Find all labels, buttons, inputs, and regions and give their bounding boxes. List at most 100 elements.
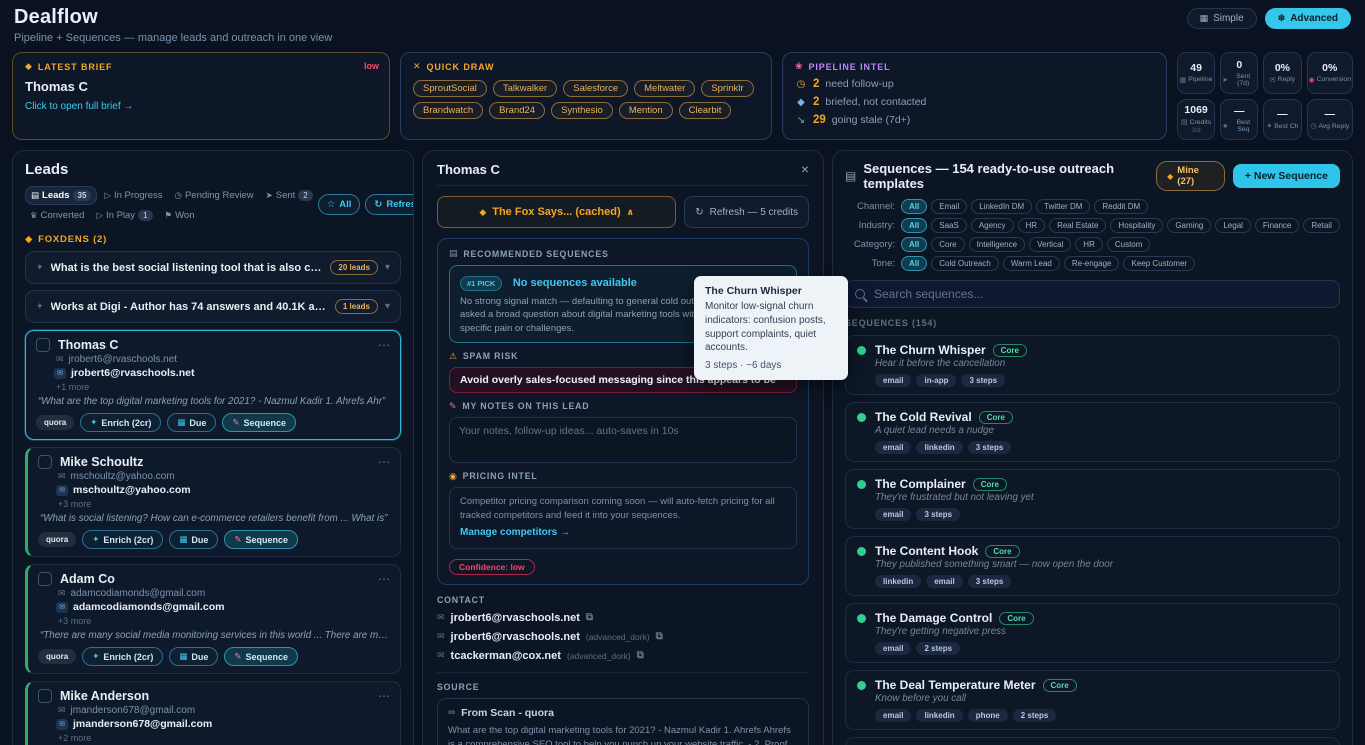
sequence-card[interactable]: The Damage ControlCore They're getting n… — [845, 603, 1340, 663]
enrich-button[interactable]: ✦Enrich (2cr) — [80, 413, 161, 432]
filter-chip[interactable]: LinkedIn DM — [971, 199, 1032, 214]
filter-all-chip[interactable]: All — [901, 218, 927, 233]
sequence-button[interactable]: ✎Sequence — [224, 530, 298, 549]
quick-draw-chip[interactable]: Sprinklr — [701, 80, 753, 97]
lead-checkbox[interactable] — [38, 455, 52, 469]
filter-chip[interactable]: Real Estate — [1049, 218, 1106, 233]
search-sequences-input[interactable] — [845, 280, 1340, 308]
lead-card[interactable]: Thomas C ⋯ ✉jrobert6@rvaschools.net ✉jro… — [25, 330, 401, 440]
enrich-button[interactable]: ✦Enrich (2cr) — [82, 647, 163, 666]
sequence-card[interactable]: The Cold RevivalCore A quiet lead needs … — [845, 402, 1340, 462]
sequence-card[interactable]: The Churn WhisperCore Hear it before the… — [845, 335, 1340, 395]
category-badge: Core — [973, 478, 1007, 491]
due-button[interactable]: ▦Due — [167, 413, 216, 432]
filter-chip[interactable]: Finance — [1255, 218, 1299, 233]
leads-tab[interactable]: ⚑Won — [160, 207, 200, 224]
filter-chip[interactable]: Email — [931, 199, 967, 214]
filter-all-chip[interactable]: All — [901, 199, 927, 214]
filter-chip[interactable]: Intelligence — [969, 237, 1025, 252]
filter-chip[interactable]: Warm Lead — [1003, 256, 1060, 271]
quick-draw-chip[interactable]: SproutSocial — [413, 80, 487, 97]
chevron-down-icon: ▾ — [385, 262, 390, 273]
filter-chip[interactable]: Retail — [1303, 218, 1339, 233]
lead-menu-button[interactable]: ⋯ — [378, 689, 390, 703]
filter-chip[interactable]: Agency — [971, 218, 1014, 233]
lead-menu-button[interactable]: ⋯ — [378, 455, 390, 469]
quick-draw-chip[interactable]: Clearbit — [679, 102, 732, 119]
quick-draw-chip[interactable]: Talkwalker — [493, 80, 557, 97]
lead-card[interactable]: Adam Co ⋯ ✉adamcodiamonds@gmail.com ✉ada… — [25, 564, 401, 674]
leads-panel-title: Leads — [25, 161, 401, 178]
lead-menu-button[interactable]: ⋯ — [378, 572, 390, 586]
lead-checkbox[interactable] — [38, 572, 52, 586]
filter-chip[interactable]: Vertical — [1029, 237, 1071, 252]
mine-filter-badge[interactable]: ◆Mine (27) — [1156, 161, 1225, 191]
latest-brief-card[interactable]: ◆LATEST BRIEF low Thomas C Click to open… — [12, 52, 390, 140]
sequence-card[interactable]: The Liquidity WindowCore Reach them when… — [845, 737, 1340, 745]
filter-chip[interactable]: Gaming — [1167, 218, 1211, 233]
filter-chip[interactable]: SaaS — [931, 218, 967, 233]
refresh-button[interactable]: ↻Refresh — [365, 194, 414, 215]
quick-draw-chip[interactable]: Salesforce — [563, 80, 628, 97]
sequence-card[interactable]: The Deal Temperature MeterCore Know befo… — [845, 670, 1340, 730]
filter-chip[interactable]: Re-engage — [1064, 256, 1120, 271]
foxden-item[interactable]: ✦ Works at Digi - Author has 74 answers … — [25, 290, 401, 323]
lead-checkbox[interactable] — [36, 338, 50, 352]
filter-chip[interactable]: Cold Outreach — [931, 256, 999, 271]
filter-chip[interactable]: Custom — [1107, 237, 1151, 252]
lead-more-emails[interactable]: +1 more — [56, 382, 390, 392]
leads-tab[interactable]: ▷In Progress — [99, 187, 167, 204]
new-sequence-button[interactable]: + New Sequence — [1233, 164, 1340, 188]
copy-icon[interactable]: ⧉ — [656, 631, 663, 642]
quick-draw-chip[interactable]: Mention — [619, 102, 673, 119]
refresh-credits-button[interactable]: ↻Refresh — 5 credits — [684, 196, 809, 228]
quick-draw-chip[interactable]: Synthesio — [551, 102, 613, 119]
intel-row-label: briefed, not contacted — [825, 96, 926, 108]
lead-menu-button[interactable]: ⋯ — [378, 338, 390, 352]
notes-textarea[interactable] — [449, 417, 797, 463]
filter-chip[interactable]: Keep Customer — [1123, 256, 1195, 271]
leads-tab[interactable]: ▤Leads35 — [25, 186, 97, 205]
copy-icon[interactable]: ⧉ — [637, 650, 644, 661]
sequence-card[interactable]: The Content HookCore They published some… — [845, 536, 1340, 596]
lead-more-emails[interactable]: +3 more — [58, 499, 390, 509]
all-filter-button[interactable]: ☆All — [318, 194, 361, 215]
lead-card[interactable]: Mike Anderson ⋯ ✉jmanderson678@gmail.com… — [25, 681, 401, 745]
leads-tab[interactable]: ◷Pending Review — [170, 187, 259, 204]
quick-draw-chip[interactable]: Brandwatch — [413, 102, 483, 119]
filter-all-chip[interactable]: All — [901, 237, 927, 252]
close-icon[interactable]: × — [801, 161, 809, 177]
detail-title: Thomas C — [437, 162, 500, 177]
filter-chip[interactable]: Hospitality — [1110, 218, 1163, 233]
filter-chip[interactable]: Core — [931, 237, 964, 252]
enrich-button[interactable]: ✦Enrich (2cr) — [82, 530, 163, 549]
filter-chip[interactable]: HR — [1075, 237, 1103, 252]
sequence-button[interactable]: ✎Sequence — [224, 647, 298, 666]
quick-draw-chip[interactable]: Meltwater — [634, 80, 695, 97]
filter-chip[interactable]: Twitter DM — [1036, 199, 1090, 214]
leads-tab[interactable]: ➤Sent2 — [261, 187, 318, 204]
manage-competitors-link[interactable]: Manage competitors → — [460, 526, 786, 541]
sequence-button[interactable]: ✎Sequence — [222, 413, 296, 432]
lead-more-emails[interactable]: +3 more — [58, 616, 390, 626]
sequence-card[interactable]: The ComplainerCore They're frustrated bu… — [845, 469, 1340, 529]
lead-card[interactable]: Mike Schoultz ⋯ ✉mschoultz@yahoo.com ✉ms… — [25, 447, 401, 557]
fox-says-button[interactable]: ◆The Fox Says... (cached)∧ — [437, 196, 676, 228]
due-button[interactable]: ▦Due — [169, 530, 218, 549]
foxden-item[interactable]: ✦ What is the best social listening tool… — [25, 251, 401, 284]
filter-all-chip[interactable]: All — [901, 256, 927, 271]
leads-tab[interactable]: ♛Converted — [25, 207, 89, 224]
lead-more-emails[interactable]: +2 more — [58, 733, 390, 743]
lead-checkbox[interactable] — [38, 689, 52, 703]
filter-chip[interactable]: Reddit DM — [1094, 199, 1148, 214]
simple-mode-button[interactable]: ▦Simple — [1187, 8, 1257, 29]
quick-draw-chip[interactable]: Brand24 — [489, 102, 545, 119]
filter-chip[interactable]: HR — [1018, 218, 1046, 233]
due-button[interactable]: ▦Due — [169, 647, 218, 666]
filter-chip[interactable]: Legal — [1215, 218, 1251, 233]
advanced-mode-button[interactable]: ✽Advanced — [1265, 8, 1351, 29]
lead-email-primary: adamcodiamonds@gmail.com — [73, 601, 224, 613]
leads-tab[interactable]: ▷In Play1 — [91, 207, 157, 224]
copy-icon[interactable]: ⧉ — [586, 612, 593, 623]
open-brief-link[interactable]: Click to open full brief → — [25, 101, 377, 112]
